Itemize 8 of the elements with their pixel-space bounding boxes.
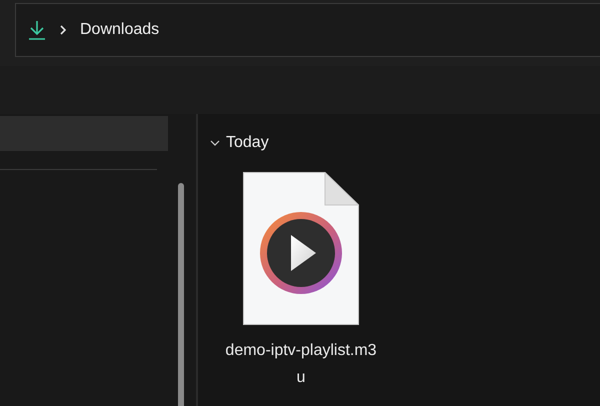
file-name[interactable]: demo-iptv-playlist.m3u — [224, 337, 378, 391]
download-icon — [28, 20, 46, 40]
media-file-icon — [243, 172, 359, 325]
scrollbar-thumb[interactable] — [178, 183, 184, 406]
breadcrumb-item[interactable]: Downloads — [80, 21, 160, 39]
group-header[interactable]: Today — [210, 134, 269, 152]
chevron-icon — [60, 25, 66, 35]
address-bar[interactable]: Downloads — [15, 3, 600, 57]
